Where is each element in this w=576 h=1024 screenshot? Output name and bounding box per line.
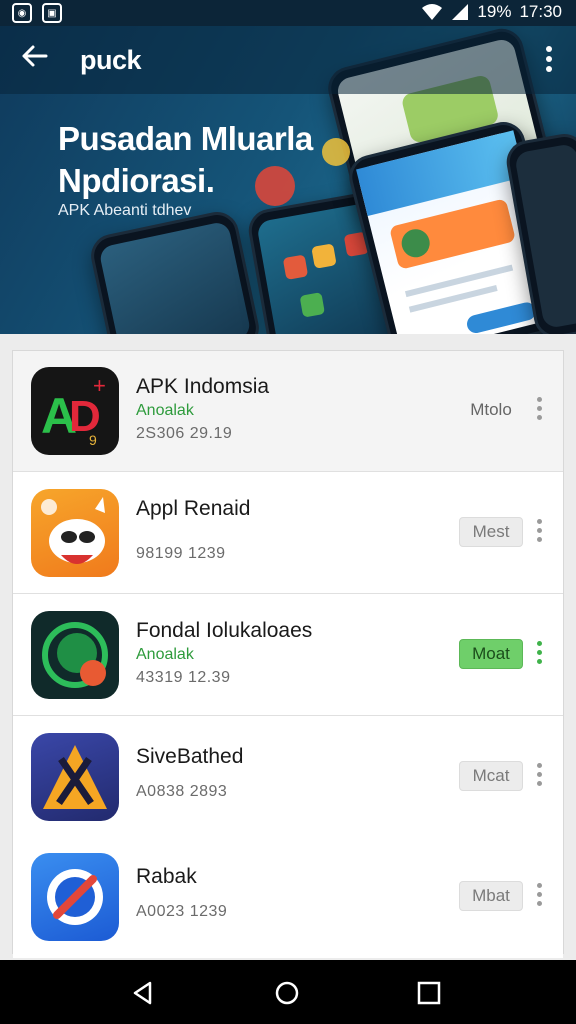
banner-headline-line1: Pusadan Mluarla xyxy=(58,120,313,157)
app-name: SiveBathed xyxy=(136,745,244,768)
battery-level: 19% xyxy=(477,2,512,21)
install-button[interactable]: Mest xyxy=(459,517,523,547)
app-name: Fondal Iolukaloaes xyxy=(136,619,313,642)
app-category: Anoalak xyxy=(136,402,194,419)
banner-headline: Pusadan Mluarla Npdiorasi. xyxy=(58,118,358,202)
app-icon xyxy=(31,489,119,577)
app-bar: puck xyxy=(0,26,576,94)
more-vertical-icon[interactable] xyxy=(546,46,552,72)
app-title: puck xyxy=(80,45,142,75)
svg-text:+: + xyxy=(93,373,106,398)
list-item[interactable]: SiveBathed A0838 2893 Mcat xyxy=(13,717,563,838)
list-item[interactable]: Appl Renaid 98199 1239 Mest xyxy=(13,473,563,594)
signal-icon xyxy=(452,4,469,20)
app-name: Rabak xyxy=(136,865,197,888)
list-item[interactable]: Rabak A0023 1239 Mbat xyxy=(13,837,563,958)
svg-text:9: 9 xyxy=(89,432,97,448)
install-button[interactable]: Mtolo xyxy=(459,395,523,425)
system-nav-bar xyxy=(0,960,576,1024)
app-name: Appl Renaid xyxy=(136,497,251,520)
app-meta: A0838 2893 xyxy=(136,783,228,800)
more-vertical-icon[interactable] xyxy=(537,397,543,420)
banner-subtitle: APK Abeanti tdhev xyxy=(58,202,192,219)
app-meta: 43319 12.39 xyxy=(136,669,231,686)
install-button[interactable]: Mbat xyxy=(459,881,523,911)
square-recents-icon[interactable] xyxy=(416,980,442,1006)
hero-banner: puck Pusadan Mluarla Npdiorasi. APK Abea… xyxy=(0,26,576,334)
app-icon xyxy=(31,853,119,941)
list-item[interactable]: A D + 9 APK Indomsia Anoalak 2S306 29.19… xyxy=(13,351,563,472)
more-vertical-icon[interactable] xyxy=(537,883,543,906)
circle-home-icon[interactable] xyxy=(274,980,300,1006)
triangle-back-icon[interactable] xyxy=(130,980,156,1006)
app-meta: 98199 1239 xyxy=(136,545,226,562)
phone-mockup xyxy=(87,207,263,334)
arrow-left-icon[interactable] xyxy=(20,44,48,73)
banner-headline-line2: Npdiorasi. xyxy=(58,162,215,199)
status-bar: ◉ ▣ 19% 17:30 xyxy=(0,0,576,26)
install-button[interactable]: Mcat xyxy=(459,761,523,791)
app-meta: A0023 1239 xyxy=(136,903,228,920)
app-meta: 2S306 29.19 xyxy=(136,425,233,442)
app-icon xyxy=(31,733,119,821)
app-icon xyxy=(31,611,119,699)
app-list: A D + 9 APK Indomsia Anoalak 2S306 29.19… xyxy=(12,350,564,958)
app-name: APK Indomsia xyxy=(136,375,270,398)
list-item[interactable]: Fondal Iolukaloaes Anoalak 43319 12.39 M… xyxy=(13,595,563,716)
install-button[interactable]: Moat xyxy=(459,639,523,669)
gallery-notification-icon: ▣ xyxy=(42,3,62,23)
clock: 17:30 xyxy=(519,2,562,21)
app-icon: A D + 9 xyxy=(31,367,119,455)
wifi-icon xyxy=(422,4,443,20)
more-vertical-icon[interactable] xyxy=(537,763,543,786)
app-category: Anoalak xyxy=(136,646,194,663)
more-vertical-icon[interactable] xyxy=(537,641,543,664)
notification-icon: ◉ xyxy=(12,3,32,23)
more-vertical-icon[interactable] xyxy=(537,519,543,542)
